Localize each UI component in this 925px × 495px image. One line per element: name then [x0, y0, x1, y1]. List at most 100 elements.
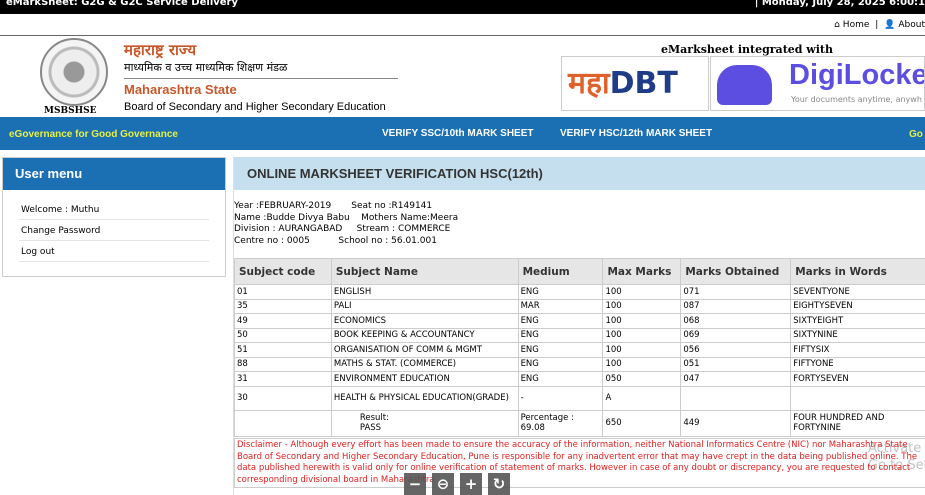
home-link[interactable]: Home — [843, 20, 870, 30]
table-cell: PALI — [330, 298, 519, 314]
mahadbt-logo[interactable]: महाDBT — [561, 56, 709, 111]
table-cell: 100 — [602, 313, 682, 329]
cloud-icon — [717, 65, 772, 105]
table-cell: ENG — [517, 327, 604, 343]
table-row: 51 ORGANISATION OF COMM & MGMT ENG 100 056 FI… — [234, 342, 925, 358]
total-obtained: 449 — [680, 409, 792, 437]
top-links: ⌂ Home | 👤 About — [831, 20, 925, 30]
table-cell: 100 — [602, 298, 682, 314]
table-cell: FORTYSEVEN — [790, 371, 925, 387]
table-cell: ECONOMICS — [330, 313, 519, 329]
table-cell: 49 — [234, 313, 332, 329]
verify-hsc-link[interactable]: VERIFY HSC/12th MARK SHEET — [560, 128, 712, 139]
table-cell: ENG — [517, 342, 604, 358]
user-menu: User menu Welcome : Muthu Change Passwor… — [2, 157, 226, 277]
user-icon: 👤 — [884, 20, 896, 30]
column-header: Medium — [517, 258, 604, 285]
table-cell: 35 — [234, 298, 332, 314]
table-cell: 087 — [680, 298, 792, 314]
viewer-controls: − ⊖ + ↻ — [404, 473, 510, 495]
welcome-text: Welcome : Muthu — [19, 199, 209, 220]
watermark-line: Activate — [868, 441, 922, 456]
table-cell — [790, 385, 925, 411]
table-cell: ORGANISATION OF COMM & MGMT — [330, 342, 519, 358]
table-cell: 100 — [602, 327, 682, 343]
table-cell: 050 — [602, 371, 682, 387]
total-words: FOUR HUNDRED AND FORTYNINE — [790, 409, 925, 437]
table-cell: 50 — [234, 327, 332, 343]
table-cell — [680, 385, 792, 411]
table-cell: 051 — [680, 356, 792, 372]
table-cell: 100 — [602, 356, 682, 372]
divider — [0, 35, 925, 36]
table-row: 30 HEALTH & PHYSICAL EDUCATION(GRADE) - A — [234, 385, 925, 411]
tagline: eGovernance for Good Governance — [9, 129, 178, 140]
divider — [124, 78, 398, 79]
table-cell: SIXTYEIGHT — [790, 313, 925, 329]
column-header: Marks Obtained — [680, 258, 792, 285]
table-cell: FIFTYONE — [790, 356, 925, 372]
nav-bar: eGovernance for Good Governance VERIFY S… — [0, 117, 925, 150]
table-cell: 01 — [234, 284, 332, 300]
result-label: Result: — [359, 413, 389, 423]
logout-link[interactable]: Log out — [19, 241, 209, 262]
activation-watermark: Activate Go to Setti — [868, 440, 925, 474]
top-bar: eMarkSheet: G2G & G2C Service Delivery |… — [0, 0, 925, 14]
digilocker-logo[interactable]: DigiLocke Your documents anytime, anywh — [710, 56, 925, 111]
table-cell: ENG — [517, 356, 604, 372]
marathi-board: माध्यमिक व उच्च माध्यमिक शिक्षण मंडळ — [124, 61, 288, 74]
percentage-value: 69.08 — [520, 423, 545, 433]
percentage-label: Percentage : — [520, 413, 574, 423]
table-cell: - — [517, 385, 604, 411]
table-cell: 31 — [234, 371, 332, 387]
table-cell: MAR — [517, 298, 604, 314]
site-title: eMarkSheet: G2G & G2C Service Delivery — [6, 0, 238, 8]
board-seal-logo — [40, 38, 108, 106]
mahadbt-text: महा — [568, 66, 610, 101]
percentage-cell: Percentage :69.08 — [517, 409, 604, 437]
state-name: Maharashtra State — [124, 82, 237, 97]
total-row: Result: PASS Percentage :69.08 650 449 FOUR H… — [234, 409, 925, 437]
table-cell: SIXTYNINE — [790, 327, 925, 343]
table-row: 50 BOOK KEEPING & ACCOUNTANCY ENG 100 069 SIX… — [234, 327, 925, 343]
table-row: 35 PALI MAR 100 087 EIGHTYSEVEN — [234, 298, 925, 314]
table-row: 88 MATHS & STAT. (COMMERCE) ENG 100 051 FIFTY… — [234, 356, 925, 372]
watermark-line: Go to Setti — [868, 458, 925, 473]
about-link[interactable]: About — [898, 20, 925, 30]
main-panel: ONLINE MARKSHEET VERIFICATION HSC(12th) … — [233, 157, 925, 495]
zoom-out-button[interactable]: − — [404, 473, 426, 495]
table-cell: ENG — [517, 284, 604, 300]
table-cell: 100 — [602, 284, 682, 300]
digilocker-text: DigiLocke — [789, 59, 925, 91]
column-header: Subject Name — [330, 258, 519, 285]
table-row: 01 ENGLISH ENG 100 071 SEVENTYONE — [234, 284, 925, 300]
zoom-in-button[interactable]: + — [460, 473, 482, 495]
seal-text: MSBSHSE — [44, 106, 97, 116]
digilocker-tagline: Your documents anytime, anywh — [791, 95, 922, 104]
board-name: Board of Secondary and Higher Secondary … — [124, 101, 386, 113]
result-cell: Result: PASS — [330, 409, 519, 437]
table-cell: BOOK KEEPING & ACCOUNTANCY — [330, 327, 519, 343]
zoom-reset-button[interactable]: ⊖ — [432, 473, 454, 495]
table-cell: FIFTYSIX — [790, 342, 925, 358]
change-password-link[interactable]: Change Password — [19, 220, 209, 241]
table-cell: 071 — [680, 284, 792, 300]
datetime: | Monday, July 28, 2025 6:00:1 — [754, 0, 925, 8]
home-icon: ⌂ — [834, 20, 840, 30]
table-cell: 100 — [602, 342, 682, 358]
column-header: Marks in Words — [790, 258, 925, 285]
column-header: Max Marks — [602, 258, 682, 285]
integrated-label: eMarksheet integrated with — [661, 43, 834, 56]
student-info: Year :FEBRUARY-2019 Seat no :R149141 Nam… — [234, 201, 459, 246]
table-cell: SEVENTYONE — [790, 284, 925, 300]
go-text: Go — [909, 129, 923, 140]
result-value: PASS — [359, 423, 382, 433]
rotate-button[interactable]: ↻ — [488, 473, 510, 495]
table-cell: ENVIRONMENT EDUCATION — [330, 371, 519, 387]
user-menu-title: User menu — [3, 158, 225, 190]
table-cell: ENG — [517, 313, 604, 329]
verify-ssc-link[interactable]: VERIFY SSC/10th MARK SHEET — [382, 128, 534, 139]
total-max: 650 — [602, 409, 682, 437]
table-cell: 88 — [234, 356, 332, 372]
table-cell: A — [602, 385, 682, 411]
